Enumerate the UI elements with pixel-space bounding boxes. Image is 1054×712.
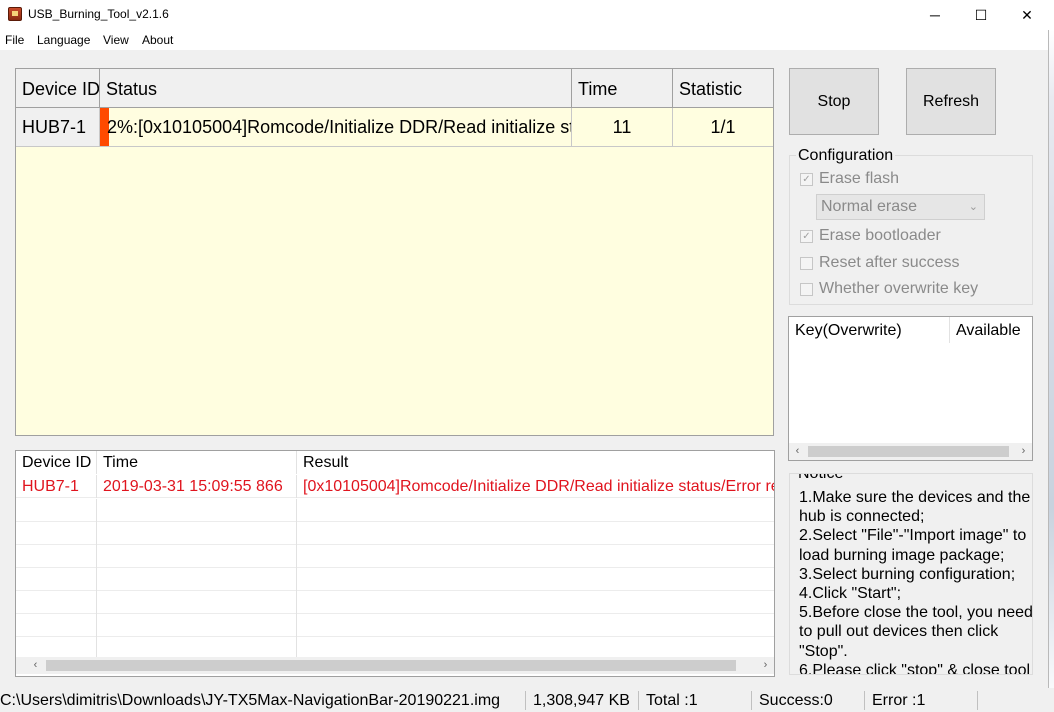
status-bar: C:\Users\dimitris\Downloads\JY-TX5Max-Na… (0, 688, 1054, 712)
error-count: Error :1 (872, 692, 926, 709)
close-button[interactable]: ✕ (1004, 0, 1050, 30)
log-row-empty (16, 545, 774, 568)
notice-line: 3.Select burning configuration; (799, 565, 1016, 583)
column-time[interactable]: Time (572, 69, 673, 108)
erase-flash-option[interactable]: ✓ Erase flash (800, 170, 899, 188)
log-column-result[interactable]: Result (297, 451, 774, 474)
key-table-scrollbar[interactable]: ‹ › (789, 443, 1032, 460)
column-key-overwrite[interactable]: Key(Overwrite) (789, 317, 950, 343)
reset-after-success-label: Reset after success (819, 254, 960, 271)
status-separator (977, 691, 978, 710)
log-row-empty (16, 499, 774, 522)
status-separator (751, 691, 752, 710)
log-row-empty (16, 614, 774, 637)
column-statistic[interactable]: Statistic (673, 69, 773, 108)
menu-file[interactable]: File (5, 33, 24, 47)
log-time: 2019-03-31 15:09:55 866 (97, 475, 297, 498)
success-count: Success:0 (759, 692, 833, 709)
log-column-device-id[interactable]: Device ID (16, 451, 97, 474)
notice-group: Notice 1.Make sure the devices and the h… (789, 473, 1033, 675)
erase-mode-select[interactable]: Normal erase ⌄ (816, 194, 985, 220)
window-title: USB_Burning_Tool_v2.1.6 (28, 7, 169, 21)
menu-language[interactable]: Language (37, 33, 90, 47)
notice-line: 6.Please click "stop" & close tool (799, 661, 1031, 675)
scroll-right-icon[interactable]: › (757, 657, 774, 674)
time-cell: 11 (572, 108, 673, 146)
device-table-header: Device ID Status Time Statistic (16, 69, 773, 108)
log-row-empty (16, 591, 774, 614)
log-device-id: HUB7-1 (16, 475, 97, 498)
notice-line: 2.Select "File"-"Import image" to (799, 527, 1027, 545)
status-cell: 2%:[0x10105004]Romcode/Initialize DDR/Re… (100, 108, 572, 146)
minimize-button[interactable]: ─ (912, 0, 958, 30)
device-row[interactable]: HUB7-1 2%:[0x10105004]Romcode/Initialize… (16, 108, 773, 147)
log-column-time[interactable]: Time (97, 451, 297, 474)
stop-button[interactable]: Stop (789, 68, 879, 135)
notice-line: 1.Make sure the devices and the (799, 489, 1031, 506)
log-table-scrollbar[interactable]: ‹ › (16, 657, 774, 674)
menu-about[interactable]: About (142, 33, 173, 47)
key-table[interactable]: Key(Overwrite) Available ‹ › (788, 316, 1033, 461)
notice-text: 1.Make sure the devices and the hub is c… (799, 488, 1033, 675)
notice-line: 5.Before close the tool, you need (799, 604, 1033, 622)
notice-line: 4.Click "Start"; (799, 585, 902, 603)
notice-title: Notice (796, 474, 846, 483)
overwrite-key-option[interactable]: Whether overwrite key (800, 280, 978, 298)
device-id-cell: HUB7-1 (16, 108, 100, 146)
title-bar: USB_Burning_Tool_v2.1.6 ─ ☐ ✕ (0, 0, 1054, 30)
menu-bar: File Language View About (0, 30, 1048, 50)
overwrite-key-checkbox[interactable] (800, 282, 813, 296)
status-separator (638, 691, 639, 710)
column-status[interactable]: Status (100, 69, 572, 108)
erase-flash-checkbox[interactable]: ✓ (800, 172, 813, 186)
scroll-left-icon[interactable]: ‹ (789, 443, 806, 460)
log-row[interactable]: HUB7-1 2019-03-31 15:09:55 866 [0x101050… (16, 475, 774, 498)
column-device-id[interactable]: Device ID (16, 69, 100, 108)
erase-bootloader-label: Erase bootloader (819, 227, 941, 244)
configuration-group: Configuration ✓ Erase flash Normal erase… (789, 147, 1033, 305)
overwrite-key-label: Whether overwrite key (819, 280, 979, 297)
statistic-cell: 1/1 (710, 117, 736, 137)
status-text: 2%:[0x10105004]Romcode/Initialize DDR/Re… (107, 117, 571, 137)
scroll-left-icon[interactable]: ‹ (27, 657, 44, 674)
log-result: [0x10105004]Romcode/Initialize DDR/Read … (303, 478, 774, 495)
scroll-right-icon[interactable]: › (1015, 443, 1032, 460)
scroll-thumb[interactable] (808, 446, 1009, 457)
status-separator (864, 691, 865, 710)
log-row-empty (16, 522, 774, 545)
image-path: C:\Users\dimitris\Downloads\JY-TX5Max-Na… (0, 692, 501, 709)
erase-flash-label: Erase flash (819, 170, 900, 187)
erase-mode-value: Normal erase (821, 198, 918, 215)
background-window-edge (1048, 30, 1054, 712)
notice-line: hub is connected; (799, 508, 925, 526)
notice-line: "Stop". (799, 642, 848, 660)
erase-bootloader-checkbox[interactable]: ✓ (800, 229, 813, 243)
notice-line: to pull out devices then click (799, 623, 999, 641)
device-table[interactable]: Device ID Status Time Statistic HUB7-1 2… (15, 68, 774, 436)
status-separator (525, 691, 526, 710)
total-count: Total :1 (646, 692, 698, 709)
image-size: 1,308,947 KB (533, 692, 630, 709)
maximize-button[interactable]: ☐ (958, 0, 1004, 30)
refresh-button[interactable]: Refresh (906, 68, 996, 135)
notice-line: load burning image package; (799, 546, 1005, 564)
reset-after-success-option[interactable]: Reset after success (800, 254, 960, 272)
erase-bootloader-option[interactable]: ✓ Erase bootloader (800, 227, 941, 245)
log-table[interactable]: Device ID Time Result HUB7-1 2019-03-31 … (15, 450, 775, 677)
log-row-empty (16, 568, 774, 591)
chevron-down-icon: ⌄ (968, 201, 978, 213)
log-header: Device ID Time Result (16, 451, 774, 474)
app-icon (8, 7, 22, 21)
reset-after-success-checkbox[interactable] (800, 256, 813, 270)
configuration-title: Configuration (796, 147, 896, 165)
column-available[interactable]: Available (950, 317, 1032, 343)
scroll-thumb[interactable] (46, 660, 736, 671)
menu-view[interactable]: View (103, 33, 129, 47)
